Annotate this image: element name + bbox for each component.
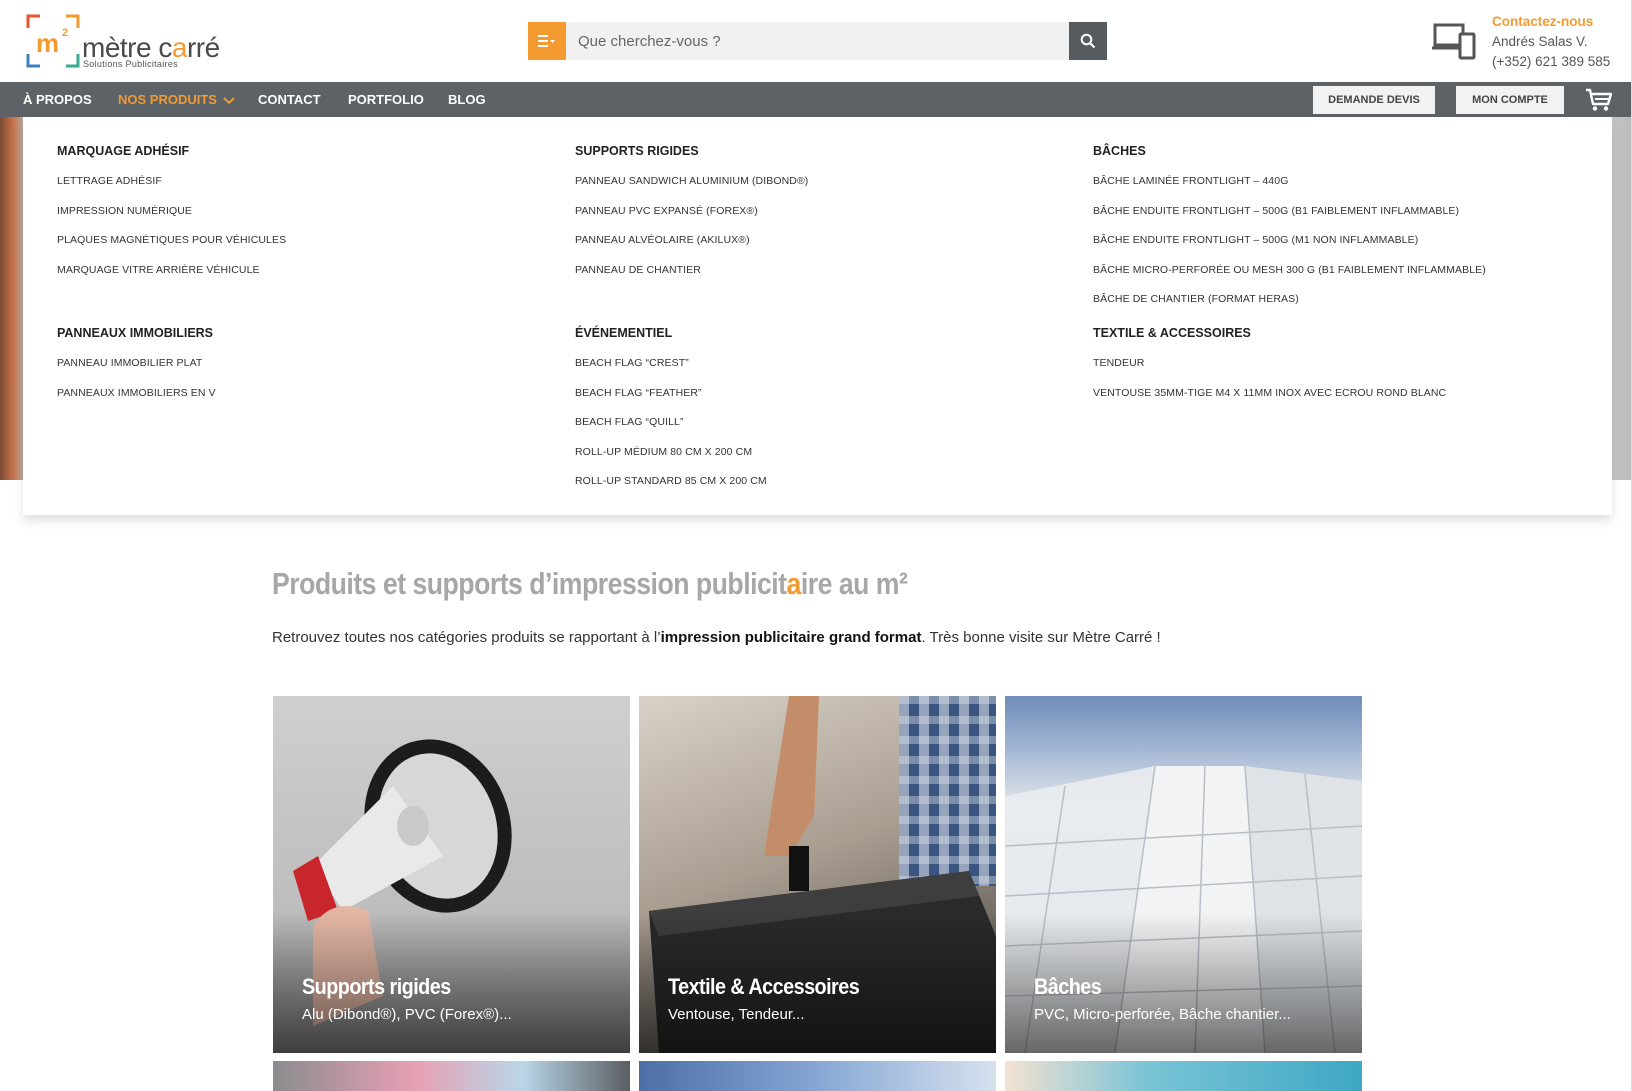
search-category-button[interactable] <box>528 22 566 60</box>
menu-item[interactable]: ROLL-UP STANDARD 85 CM X 200 CM <box>575 471 767 501</box>
menu-group-title[interactable]: TEXTILE & ACCESSOIRES <box>1093 323 1446 343</box>
category-card-partial[interactable] <box>1005 1061 1362 1091</box>
menu-group-textile-accessoires: TEXTILE & ACCESSOIRES TENDEUR VENTOUSE 3… <box>1093 323 1446 412</box>
card-title: Supports rigides <box>302 974 451 999</box>
menu-item[interactable]: IMPRESSION NUMÉRIQUE <box>57 201 286 231</box>
page-title: Produits et supports d’impression public… <box>272 566 908 601</box>
menu-group-supports-rigides: SUPPORTS RIGIDES PANNEAU SANDWICH ALUMIN… <box>575 141 808 289</box>
menu-group-title[interactable]: BÂCHES <box>1093 141 1486 161</box>
menu-item[interactable]: BÂCHE MICRO-PERFORÉE OU MESH 300 G (B1 F… <box>1093 260 1486 290</box>
contact-title[interactable]: Contactez-nous <box>1492 12 1628 32</box>
menu-group-baches: BÂCHES BÂCHE LAMINÉE FRONTLIGHT – 440G B… <box>1093 141 1486 319</box>
list-filter-icon <box>538 35 555 47</box>
menu-item[interactable]: BÂCHE ENDUITE FRONTLIGHT – 500G (B1 FAIB… <box>1093 201 1486 231</box>
search-bar <box>528 22 1107 60</box>
intro-text: Retrouvez toutes nos catégories produits… <box>272 629 1161 646</box>
nav-item-contact[interactable]: CONTACT <box>258 82 321 117</box>
menu-group-title[interactable]: PANNEAUX IMMOBILIERS <box>57 323 216 343</box>
menu-group-title[interactable]: ÉVÉNEMENTIEL <box>575 323 767 343</box>
menu-group-title[interactable]: MARQUAGE ADHÉSIF <box>57 141 286 161</box>
menu-group-evenementiel: ÉVÉNEMENTIEL BEACH FLAG “CREST” BEACH FL… <box>575 323 767 501</box>
menu-item[interactable]: PLAQUES MAGNÉTIQUES POUR VÉHICULES <box>57 230 286 260</box>
my-account-button[interactable]: MON COMPTE <box>1456 86 1564 114</box>
menu-item[interactable]: PANNEAU DE CHANTIER <box>575 260 808 290</box>
menu-group-marquage-adhesif: MARQUAGE ADHÉSIF LETTRAGE ADHÉSIF IMPRES… <box>57 141 286 289</box>
card-subtitle: Ventouse, Tendeur... <box>668 1006 805 1023</box>
menu-item[interactable]: BÂCHE LAMINÉE FRONTLIGHT – 440G <box>1093 171 1486 201</box>
nav-item-label: NOS PRODUITS <box>118 92 217 107</box>
menu-item[interactable]: MARQUAGE VITRE ARRIÈRE VÉHICULE <box>57 260 286 290</box>
devices-icon <box>1432 23 1476 60</box>
menu-item[interactable]: PANNEAU IMMOBILIER PLAT <box>57 353 216 383</box>
menu-item[interactable]: BEACH FLAG “CREST” <box>575 353 767 383</box>
search-icon <box>1080 33 1096 49</box>
site-header: m 2 mètre carré Solutions Publicitaires <box>0 0 1632 82</box>
menu-item[interactable]: BÂCHE ENDUITE FRONTLIGHT – 500G (M1 NON … <box>1093 230 1486 260</box>
chevron-down-icon <box>223 96 235 104</box>
search-input[interactable] <box>566 22 1059 60</box>
category-card-supports-rigides[interactable]: Supports rigides Alu (Dibond®), PVC (For… <box>273 696 630 1053</box>
main-nav: À PROPOS NOS PRODUITS CONTACT PORTFOLIO … <box>0 82 1632 117</box>
card-subtitle: Alu (Dibond®), PVC (Forex®)... <box>302 1006 512 1023</box>
menu-item[interactable]: PANNEAU ALVÉOLAIRE (AKILUX®) <box>575 230 808 260</box>
brand-tagline: Solutions Publicitaires <box>83 59 178 69</box>
nav-item-portfolio[interactable]: PORTFOLIO <box>348 82 424 117</box>
menu-item[interactable]: TENDEUR <box>1093 353 1446 383</box>
quote-request-button[interactable]: DEMANDE DEVIS <box>1313 86 1435 114</box>
nav-item-nos-produits[interactable]: NOS PRODUITS <box>118 82 235 117</box>
contact-name: Andrés Salas V. <box>1492 34 1588 49</box>
nav-item-a-propos[interactable]: À PROPOS <box>23 82 92 117</box>
card-title: Bâches <box>1034 974 1102 999</box>
products-mega-menu: MARQUAGE ADHÉSIF LETTRAGE ADHÉSIF IMPRES… <box>23 117 1612 515</box>
contact-block: Contactez-nous Andrés Salas V. (+352) 62… <box>1492 12 1628 72</box>
site-logo[interactable]: m 2 mètre carré Solutions Publicitaires <box>26 14 226 70</box>
menu-item[interactable]: PANNEAUX IMMOBILIERS EN V <box>57 383 216 413</box>
category-card-textile-accessoires[interactable]: Textile & Accessoires Ventouse, Tendeur.… <box>639 696 996 1053</box>
category-card-partial[interactable] <box>273 1061 630 1091</box>
menu-group-panneaux-immobiliers: PANNEAUX IMMOBILIERS PANNEAU IMMOBILIER … <box>57 323 216 412</box>
cart-icon <box>1586 88 1613 111</box>
card-title: Textile & Accessoires <box>668 974 860 999</box>
contact-phone[interactable]: (+352) 621 389 585 <box>1492 52 1628 72</box>
category-card-baches[interactable]: Bâches PVC, Micro-perforée, Bâche chanti… <box>1005 696 1362 1053</box>
category-card-partial[interactable] <box>639 1061 996 1091</box>
menu-group-title[interactable]: SUPPORTS RIGIDES <box>575 141 808 161</box>
menu-item[interactable]: VENTOUSE 35MM-TIGE M4 X 11MM INOX AVEC E… <box>1093 383 1446 413</box>
menu-item[interactable]: BEACH FLAG “QUILL” <box>575 412 767 442</box>
card-subtitle: PVC, Micro-perforée, Bâche chantier... <box>1034 1006 1291 1023</box>
svg-text:2: 2 <box>62 27 68 39</box>
menu-item[interactable]: PANNEAU PVC EXPANSÉ (FOREX®) <box>575 201 808 231</box>
search-button[interactable] <box>1069 22 1107 60</box>
cart-button[interactable] <box>1584 86 1614 114</box>
menu-item[interactable]: BÂCHE DE CHANTIER (FORMAT HERAS) <box>1093 289 1486 319</box>
menu-item[interactable]: BEACH FLAG “FEATHER” <box>575 383 767 413</box>
menu-item[interactable]: ROLL-UP MÉDIUM 80 CM X 200 CM <box>575 442 767 472</box>
nav-item-blog[interactable]: BLOG <box>448 82 486 117</box>
logo-mark-icon: m 2 <box>26 14 80 68</box>
menu-item[interactable]: LETTRAGE ADHÉSIF <box>57 171 286 201</box>
menu-item[interactable]: PANNEAU SANDWICH ALUMINIUM (DIBOND®) <box>575 171 808 201</box>
svg-text:m: m <box>36 28 59 58</box>
